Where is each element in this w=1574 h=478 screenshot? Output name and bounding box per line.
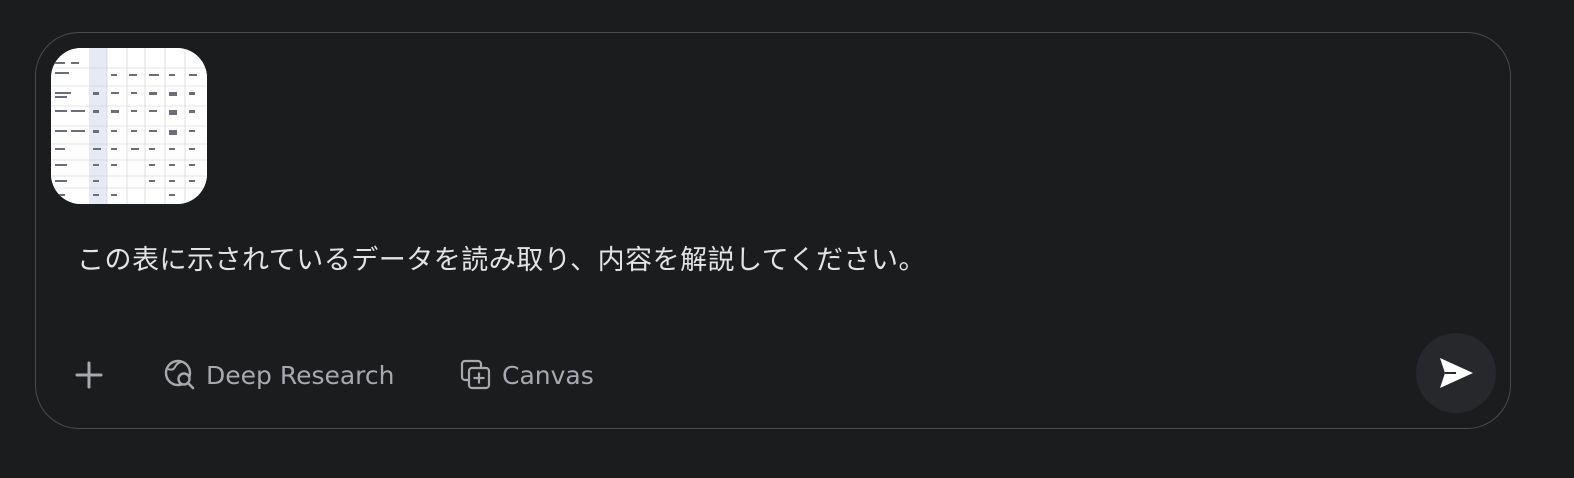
deep-research-button[interactable]: Deep Research bbox=[162, 355, 395, 395]
canvas-add-icon bbox=[458, 357, 494, 393]
table-image-icon bbox=[51, 48, 207, 204]
prompt-composer[interactable]: この表に示されているデータを読み取り、内容を解説してください。 Deep Res… bbox=[35, 32, 1511, 429]
canvas-button[interactable]: Canvas bbox=[458, 355, 594, 395]
send-icon bbox=[1440, 358, 1473, 388]
globe-search-icon bbox=[162, 357, 198, 393]
attached-image-thumbnail[interactable] bbox=[51, 48, 207, 204]
send-button[interactable] bbox=[1416, 333, 1496, 413]
prompt-input[interactable]: この表に示されているデータを読み取り、内容を解説してください。 bbox=[77, 238, 926, 277]
plus-icon bbox=[75, 361, 103, 389]
canvas-label: Canvas bbox=[502, 360, 594, 390]
add-button[interactable] bbox=[69, 355, 109, 395]
composer-toolbar: Deep Research Canvas bbox=[36, 351, 1510, 395]
deep-research-label: Deep Research bbox=[206, 360, 395, 390]
